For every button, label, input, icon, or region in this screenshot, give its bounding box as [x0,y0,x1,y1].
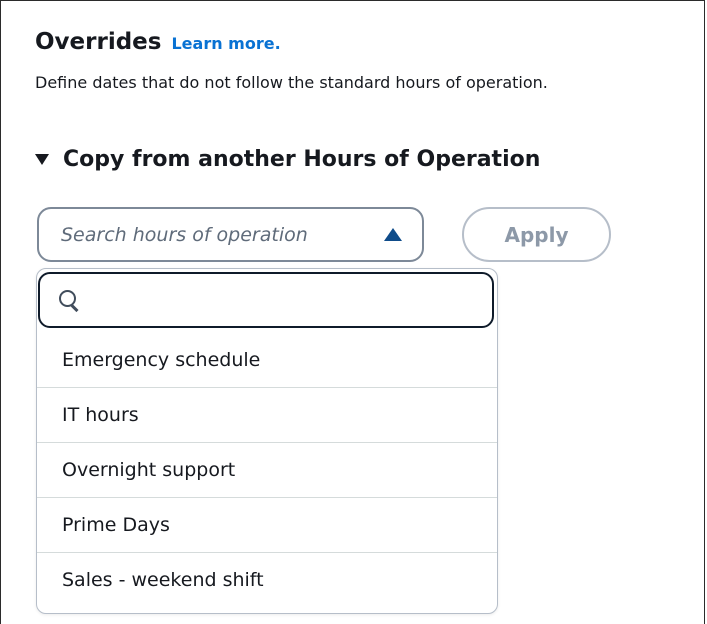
hours-of-operation-select[interactable]: Search hours of operation [37,207,424,262]
overrides-title: Overrides [35,29,162,55]
search-icon [58,289,80,312]
overrides-description: Define dates that do not follow the stan… [35,73,548,92]
dropdown-option[interactable]: Overnight support [37,442,497,497]
overrides-panel: Overrides Learn more. Define dates that … [0,0,705,624]
dropdown-option[interactable]: Prime Days [37,497,497,552]
copy-section-title: Copy from another Hours of Operation [63,147,541,172]
dropdown-option[interactable]: Sales - weekend shift [37,552,497,607]
overrides-header: Overrides Learn more. [35,29,281,55]
caret-up-icon [384,228,402,241]
dropdown-option[interactable]: IT hours [37,387,497,442]
caret-down-icon [35,154,49,165]
learn-more-link[interactable]: Learn more. [171,34,280,53]
dropdown-filter[interactable] [38,272,494,328]
dropdown-option[interactable]: Emergency schedule [37,332,497,387]
copy-section-toggle[interactable]: Copy from another Hours of Operation [35,147,540,172]
apply-button[interactable]: Apply [462,207,611,262]
select-placeholder: Search hours of operation [61,223,308,246]
dropdown-options-list: Emergency schedule IT hours Overnight su… [37,332,497,607]
hours-of-operation-dropdown: Emergency schedule IT hours Overnight su… [36,268,498,614]
dropdown-filter-input[interactable] [94,283,478,317]
